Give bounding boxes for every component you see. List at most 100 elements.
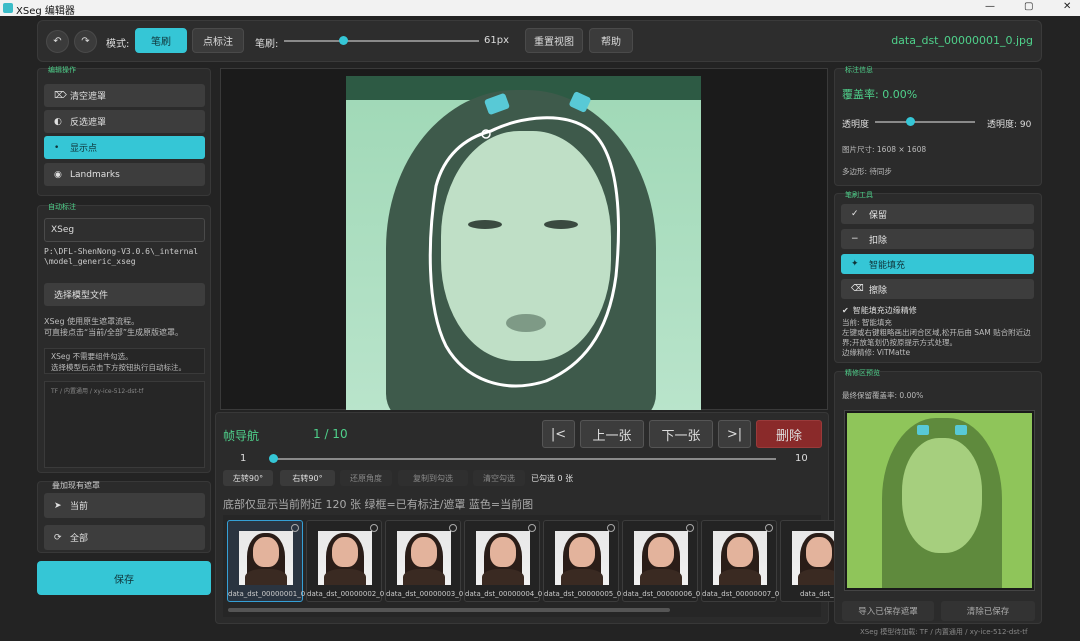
xseg-description: XSeg 使用原生遮罩流程。 可直接点击“当前/全部”生成原版遮罩。 [44,317,183,337]
overlay-title: 叠加现有遮罩 [52,481,100,490]
brush-size-value: 61px [484,35,509,46]
invert-mask-button[interactable]: ◐ 反选遮罩 [44,110,205,133]
image-mask-overlay [346,76,701,410]
overlay-current-button[interactable]: ➤ 当前 [44,493,205,518]
restore-angle-button[interactable]: 还原角度 [340,470,392,486]
thumbnail-scrollbar[interactable] [228,608,670,612]
thumbnail-item[interactable]: data_dst_00000002_0 [306,520,385,602]
brush-mode-button[interactable]: 笔刷 [135,28,187,53]
image-size: 图片尺寸: 1608 × 1608 [842,145,927,154]
model-path: P:\DFL-ShenNong-V3.0.6\_internal\model_g… [44,247,199,266]
thumbnail-item[interactable]: data_dst_00000005_0 [543,520,622,602]
rotate-right-button[interactable]: 右转90° [280,470,335,486]
clear-checked-button[interactable]: 清空勾选 [473,470,525,486]
clear-mask-button[interactable]: ⌦ 清空遮罩 [44,84,205,107]
thumbnail-item[interactable]: data_dst_00000006_0 [622,520,701,602]
frame-slider[interactable] [270,458,776,460]
opacity-label: 透明度 [842,120,870,130]
app-logo-icon [3,3,13,13]
delete-button[interactable]: 删除 [756,420,822,448]
next-frame-button[interactable]: 下一张 [649,420,713,448]
thumbnail-label: data_dst_00000002_0 [307,590,385,598]
redo-icon[interactable]: ↷ [74,30,97,53]
minus-icon: − [851,234,859,244]
help-button[interactable]: 帮助 [589,28,633,53]
brush-size-knob[interactable] [338,36,348,45]
invert-icon: ◐ [54,116,62,127]
copy-to-checked-button[interactable]: 复制到勾选 [398,470,468,486]
frame-nav-title: 帧导航 [223,429,260,443]
thumbnail-item[interactable]: data_dst_00000007_0 [701,520,779,602]
maximize-icon[interactable]: ▢ [1024,1,1033,12]
opacity-knob[interactable] [906,117,915,126]
overlay-all-button[interactable]: ⟳ 全部 [44,525,205,550]
show-points-button[interactable]: • 显示点 [44,136,205,159]
preview-image [844,410,1035,591]
thumbnail-item[interactable]: data_dst_00000004_0 [464,520,542,602]
status-bar: XSeg 模型待加载: TF / 内置通用 / xy-ice-512-dst-t… [860,628,1028,636]
thumbnail-image [713,531,767,585]
preview-panel: 精修区预览 最终保留覆盖率: 0.00% 导入已保存遮罩 清除已保存 [834,369,1042,624]
check-icon: ✓ [851,209,859,219]
thumbnail-image [318,531,372,585]
import-saved-mask-button[interactable]: 导入已保存遮罩 [842,601,934,621]
auto-label-title: 自动标注 [48,203,76,211]
thumbnail-item[interactable]: data_dst_00000003_0 [385,520,463,602]
subtract-button[interactable]: − 扣除 [841,229,1034,249]
clear-saved-button[interactable]: 清除已保存 [941,601,1035,621]
thumbnail-label: data_dst_00000006_0 [623,590,701,598]
frame-slider-knob[interactable] [269,454,278,463]
preview-clip-icon [955,425,967,435]
overlay-panel: 叠加现有遮罩 ➤ 当前 ⟳ 全部 [37,481,211,553]
checked-count: 已勾选 0 张 [531,474,574,483]
sparkle-icon: ✦ [851,259,859,269]
mode-label: 模式: [106,39,130,50]
close-icon[interactable]: ✕ [1063,1,1071,12]
auto-label-panel: 自动标注 XSeg P:\DFL-ShenNong-V3.0.6\_intern… [37,203,211,473]
save-button[interactable]: 保存 [37,561,211,595]
smart-fill-button[interactable]: ✦ 智能填充 [841,254,1034,274]
brush-size-label: 笔刷: [255,39,279,50]
edit-panel-title: 编辑操作 [48,66,76,74]
last-frame-button[interactable]: >| [718,420,751,448]
thumbnail-image [239,531,293,585]
thumbnail-image [397,531,451,585]
erase-button[interactable]: ⌫ 擦除 [841,279,1034,299]
brush-size-slider[interactable] [284,40,479,42]
frame-max-label: 10 [795,453,808,464]
brush-tool-title: 笔刷工具 [845,191,873,199]
send-icon: ➤ [54,500,62,511]
thumbnail-item[interactable]: data_dst_00000001_0 [227,520,305,602]
landmarks-button[interactable]: ◉ Landmarks [44,163,205,186]
current-filename: data_dst_00000001_0.jpg [891,34,1033,47]
thumbnail-image [634,531,688,585]
edit-panel: 编辑操作 ⌦ 清空遮罩 ◐ 反选遮罩 • 显示点 ◉ Landmarks [37,66,211,196]
select-model-button[interactable]: 选择模型文件 [44,283,205,306]
thumbnail-image [555,531,609,585]
reset-view-button[interactable]: 重置视图 [525,28,583,53]
keep-button[interactable]: ✓ 保留 [841,204,1034,224]
edge-refine-checkbox[interactable]: ✔ 智能填充边缘精修 [842,305,917,316]
frame-min-label: 1 [240,453,247,464]
undo-icon[interactable]: ↶ [46,30,69,53]
prev-frame-button[interactable]: 上一张 [580,420,644,448]
rotate-left-button[interactable]: 左转90° [223,470,273,486]
refresh-icon: ⟳ [54,532,62,543]
opacity-value: 透明度: 90 [987,120,1032,130]
title-bar: XSeg 编辑器 — ▢ ✕ [0,0,1080,17]
image-canvas[interactable] [220,68,828,410]
opacity-slider[interactable] [875,121,975,123]
thumbnail-image [476,531,530,585]
window-title: XSeg 编辑器 [16,6,75,17]
thumbnail-label: data_dst_00000005_0 [544,590,622,598]
final-coverage: 最终保留覆盖率: 0.00% [842,391,924,400]
first-frame-button[interactable]: |< [542,420,575,448]
polygon-count: 多边形: 待同步 [842,167,892,176]
minimize-icon[interactable]: — [985,1,995,12]
mask-polygon-outline[interactable] [346,76,701,410]
thumbnail-info: 底部仅显示当前附近 120 张 绿框=已有标注/遮罩 蓝色=当前图 [223,498,534,511]
point-mode-button[interactable]: 点标注 [192,28,244,53]
model-select[interactable]: XSeg [44,218,205,242]
brush-tool-description: 当前: 智能填充 左键或右键粗略画出闭合区域,松开后由 SAM 贴合附近边界;开… [842,318,1031,357]
preview-title: 精修区预览 [845,369,880,377]
